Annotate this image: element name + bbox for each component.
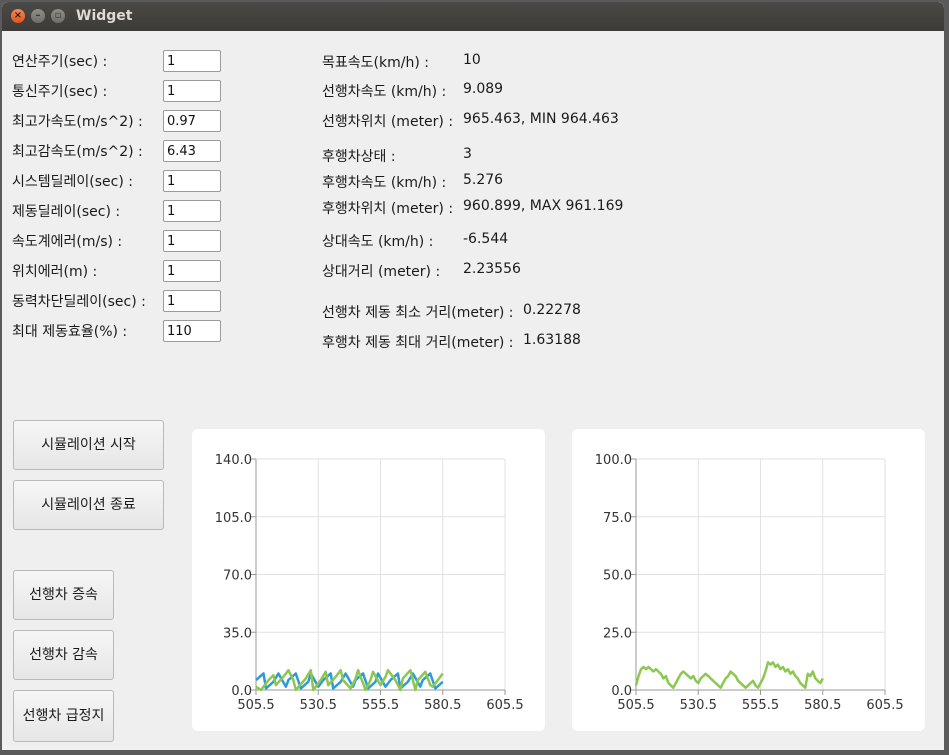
status-label-relative-distance: 상대거리 (meter) : bbox=[322, 264, 441, 280]
param-label-calc-period: 연산주기(sec) : bbox=[12, 54, 108, 70]
status-value-follower-state: 3 bbox=[463, 146, 472, 162]
param-input-brake-delay[interactable]: 1 bbox=[163, 200, 221, 222]
param-label-system-delay: 시스템딜레이(sec) : bbox=[12, 174, 133, 190]
status-value-relative-distance: 2.23556 bbox=[463, 261, 521, 277]
param-label-max-brake-efficiency: 최대 제동효율(%) : bbox=[12, 324, 128, 340]
series-line-1 bbox=[634, 661, 824, 689]
y-tick-label: 35.0 bbox=[223, 626, 252, 641]
y-tick-label: 105.0 bbox=[215, 511, 252, 526]
param-label-position-error: 위치에러(m) : bbox=[12, 264, 98, 280]
status-value-lead-speed: 9.089 bbox=[463, 81, 504, 97]
status-value-lead-position: 965.463, MIN 964.463 bbox=[463, 111, 619, 127]
minimize-window-button[interactable]: – bbox=[31, 9, 45, 23]
status-value-follower-max-brake-distance: 1.63188 bbox=[523, 332, 581, 348]
param-label-speedometer-error: 속도계에러(m/s) : bbox=[12, 234, 123, 250]
param-label-power-cut-delay: 동력차단딜레이(sec) : bbox=[12, 294, 146, 310]
y-tick-label: 50.0 bbox=[603, 569, 632, 584]
y-tick-label: 140.0 bbox=[215, 453, 252, 468]
param-input-max-decel[interactable]: 6.43 bbox=[163, 140, 221, 162]
param-input-speedometer-error[interactable]: 1 bbox=[163, 230, 221, 252]
speed-chart: 505.5 530.5 555.5 580.5 605.5 140.0 105.0 70.0 3… bbox=[215, 453, 524, 713]
param-input-comm-period[interactable]: 1 bbox=[163, 80, 221, 102]
x-tick-label: 605.5 bbox=[486, 698, 523, 713]
param-input-max-accel[interactable]: 0.97 bbox=[163, 110, 221, 132]
y-tick-label: 75.0 bbox=[603, 511, 632, 526]
y-tick-label: 25.0 bbox=[603, 626, 632, 641]
title-bar[interactable]: × – ▫ Widget bbox=[2, 2, 944, 31]
status-label-lead-min-brake-distance: 선행차 제동 최소 거리(meter) : bbox=[322, 305, 514, 321]
distance-chart-panel: 505.5 530.5 555.5 580.5 605.5 100.0 75.0 50.0 25… bbox=[572, 429, 925, 731]
status-value-lead-min-brake-distance: 0.22278 bbox=[523, 302, 581, 318]
minimize-icon: – bbox=[35, 10, 41, 21]
speed-chart-panel: 505.5 530.5 555.5 580.5 605.5 140.0 105.0 70.0 3… bbox=[192, 429, 545, 731]
status-value-follower-speed: 5.276 bbox=[463, 172, 504, 188]
status-label-target-speed: 목표속도(km/h) : bbox=[322, 55, 429, 71]
x-tick-label: 555.5 bbox=[742, 698, 779, 713]
x-tick-label: 555.5 bbox=[362, 698, 399, 713]
x-tick-label: 580.5 bbox=[804, 698, 841, 713]
status-label-follower-speed: 후행차속도 (km/h) : bbox=[322, 175, 447, 191]
param-input-position-error[interactable]: 1 bbox=[163, 260, 221, 282]
status-label-relative-speed: 상대속도 (km/h) : bbox=[322, 234, 434, 250]
param-label-max-decel: 최고감속도(m/s^2) : bbox=[12, 144, 143, 160]
param-label-brake-delay: 제동딜레이(sec) : bbox=[12, 204, 121, 220]
status-label-lead-position: 선행차위치 (meter) : bbox=[322, 114, 454, 130]
status-value-target-speed: 10 bbox=[463, 52, 481, 68]
param-input-system-delay[interactable]: 1 bbox=[163, 170, 221, 192]
x-tick-label: 530.5 bbox=[680, 698, 717, 713]
x-tick-label: 580.5 bbox=[424, 698, 461, 713]
window-title: Widget bbox=[76, 8, 133, 24]
param-label-comm-period: 통신주기(sec) : bbox=[12, 84, 108, 100]
sim-stop-button[interactable]: 시뮬레이션 종료 bbox=[13, 480, 164, 530]
x-tick-label: 530.5 bbox=[300, 698, 337, 713]
status-label-follower-position: 후행차위치 (meter) : bbox=[322, 201, 454, 217]
param-input-max-brake-efficiency[interactable]: 110 bbox=[163, 320, 221, 342]
y-tick-label: 70.0 bbox=[223, 569, 252, 584]
param-input-calc-period[interactable]: 1 bbox=[163, 50, 221, 72]
lead-emergency-stop-button[interactable]: 선행차 급정지 bbox=[13, 690, 114, 742]
status-value-relative-speed: -6.544 bbox=[463, 231, 509, 247]
maximize-icon: ▫ bbox=[54, 10, 62, 21]
y-tick-label: 0.0 bbox=[611, 684, 632, 699]
y-tick-label: 0.0 bbox=[231, 684, 252, 699]
sim-start-button[interactable]: 시뮬레이션 시작 bbox=[13, 420, 164, 470]
status-label-follower-max-brake-distance: 후행차 제동 최대 거리(meter) : bbox=[322, 335, 514, 351]
distance-chart: 505.5 530.5 555.5 580.5 605.5 100.0 75.0 50.0 25… bbox=[595, 453, 904, 713]
close-window-button[interactable]: × bbox=[11, 9, 25, 23]
status-label-follower-state: 후행차상태 : bbox=[322, 149, 396, 165]
status-value-follower-position: 960.899, MAX 961.169 bbox=[463, 198, 624, 214]
x-tick-label: 505.5 bbox=[617, 698, 654, 713]
app-window: × – ▫ Widget 연산주기(sec) : 1 통신주기(sec) : 1… bbox=[2, 2, 944, 750]
x-tick-label: 505.5 bbox=[237, 698, 274, 713]
status-label-lead-speed: 선행차속도 (km/h) : bbox=[322, 84, 447, 100]
maximize-window-button[interactable]: ▫ bbox=[51, 9, 65, 23]
param-input-power-cut-delay[interactable]: 1 bbox=[163, 290, 221, 312]
x-tick-label: 605.5 bbox=[866, 698, 903, 713]
lead-decel-button[interactable]: 선행차 감속 bbox=[13, 630, 114, 680]
close-icon: × bbox=[13, 10, 23, 21]
lead-accel-button[interactable]: 선행차 증속 bbox=[13, 570, 114, 620]
y-tick-label: 100.0 bbox=[595, 453, 632, 468]
param-label-max-accel: 최고가속도(m/s^2) : bbox=[12, 114, 143, 130]
